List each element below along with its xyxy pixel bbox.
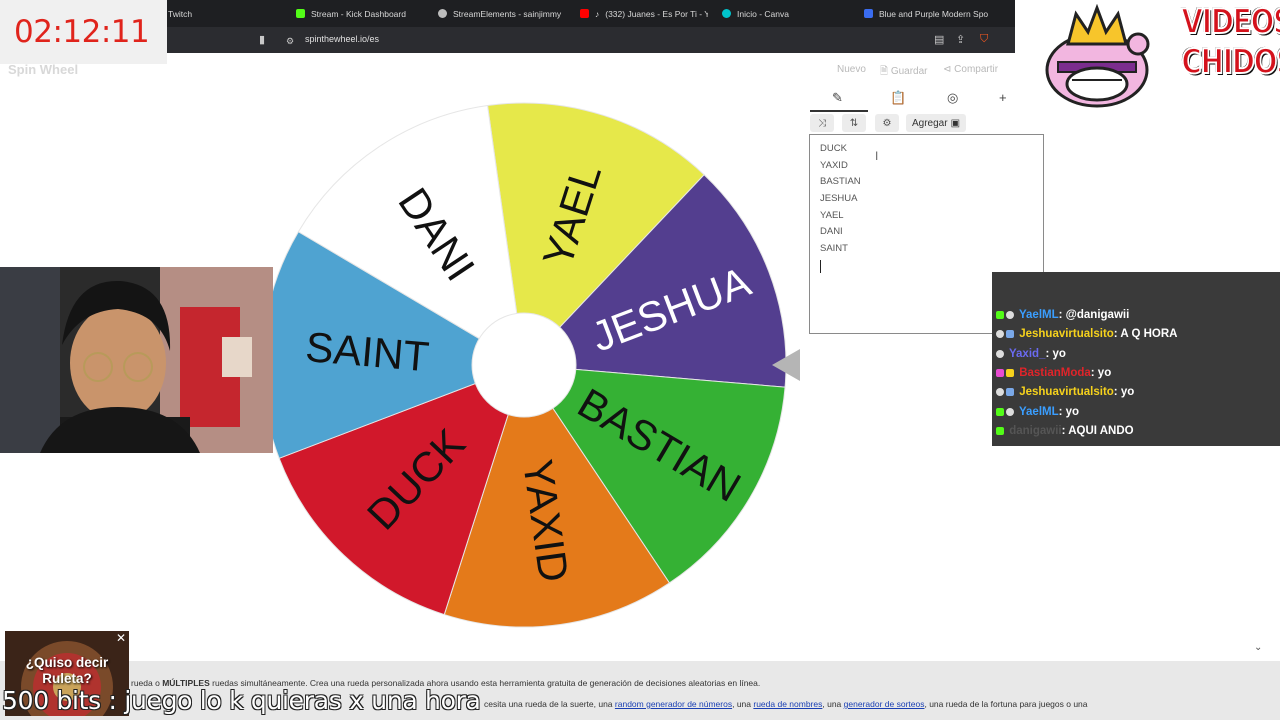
- chat-text: : yo: [1058, 406, 1080, 418]
- chat-message: danigawii: AQUI ANDO: [996, 425, 1134, 437]
- wheel-center-button[interactable]: [471, 312, 577, 418]
- user-badge-icon: [996, 388, 1004, 396]
- king-emote-image: [1045, 4, 1150, 108]
- chat-text: : yo: [1113, 386, 1135, 398]
- videos-chidos-logo: VIDEOS CHIDOS: [1181, 1, 1280, 83]
- chat-message: Jeshuavirtualsito: A Q HORA: [996, 328, 1177, 340]
- desc-text: , una: [822, 699, 844, 709]
- chat-user: Jeshuavirtualsito: [1019, 328, 1114, 340]
- webcam-feed: [0, 267, 273, 453]
- chat-user: BastianModa: [1019, 367, 1091, 379]
- chat-text: : yo: [1045, 348, 1066, 360]
- chat-user: Yaxid_: [1009, 348, 1046, 360]
- user-badge-icon: [1006, 311, 1014, 319]
- bits-banner: 500 bits : juego lo k quieras x una hora: [2, 686, 481, 715]
- random-number-link[interactable]: random generador de números: [615, 699, 732, 709]
- chat-message: BastianModa: yo: [996, 367, 1111, 379]
- chevron-down-icon[interactable]: ⌄: [1254, 642, 1262, 653]
- chat-message: Yaxid_: yo: [996, 348, 1066, 360]
- description-line-2: cesita una rueda de la suerte, una rando…: [484, 699, 1088, 709]
- chat-user: Jeshuavirtualsito: [1019, 386, 1114, 398]
- user-badge-icon: [1006, 408, 1014, 416]
- streamer-image: [0, 267, 273, 453]
- desc-text: , una: [732, 699, 754, 709]
- chat-text: : @danigawii: [1058, 309, 1130, 321]
- chat-text: : A Q HORA: [1113, 328, 1178, 340]
- verified-badge-icon: [996, 408, 1004, 416]
- user-badge-icon: [996, 330, 1004, 338]
- broadcaster-badge-icon: [996, 427, 1004, 435]
- close-icon[interactable]: ✕: [114, 631, 128, 645]
- chat-message: Jeshuavirtualsito: yo: [996, 386, 1134, 398]
- user-badge-icon: [996, 350, 1004, 358]
- name-wheel-link[interactable]: rueda de nombres: [753, 699, 822, 709]
- chat-user: YaelML: [1019, 406, 1059, 418]
- raffle-link[interactable]: generador de sorteos: [844, 699, 925, 709]
- verified-badge-icon: [996, 311, 1004, 319]
- chat-message: YaelML: yo: [996, 406, 1079, 418]
- gift-badge-icon: [1006, 369, 1014, 377]
- chat-user: danigawii: [1009, 425, 1062, 437]
- desc-text: , una rueda de la fortuna para juegos o …: [924, 699, 1088, 709]
- chat-text: : yo: [1090, 367, 1112, 379]
- desc-text: cesita una rueda de la suerte, una: [484, 699, 615, 709]
- chat-text: : AQUI ANDO: [1061, 425, 1134, 437]
- chat-user: YaelML: [1019, 309, 1059, 321]
- sub-badge-icon: [1006, 388, 1014, 396]
- pink-badge-icon: [996, 369, 1004, 377]
- ruleta-text: ¿Quiso decir Ruleta?: [25, 655, 109, 686]
- sub-badge-icon: [1006, 330, 1014, 338]
- chat-message: YaelML: @danigawii: [996, 309, 1129, 321]
